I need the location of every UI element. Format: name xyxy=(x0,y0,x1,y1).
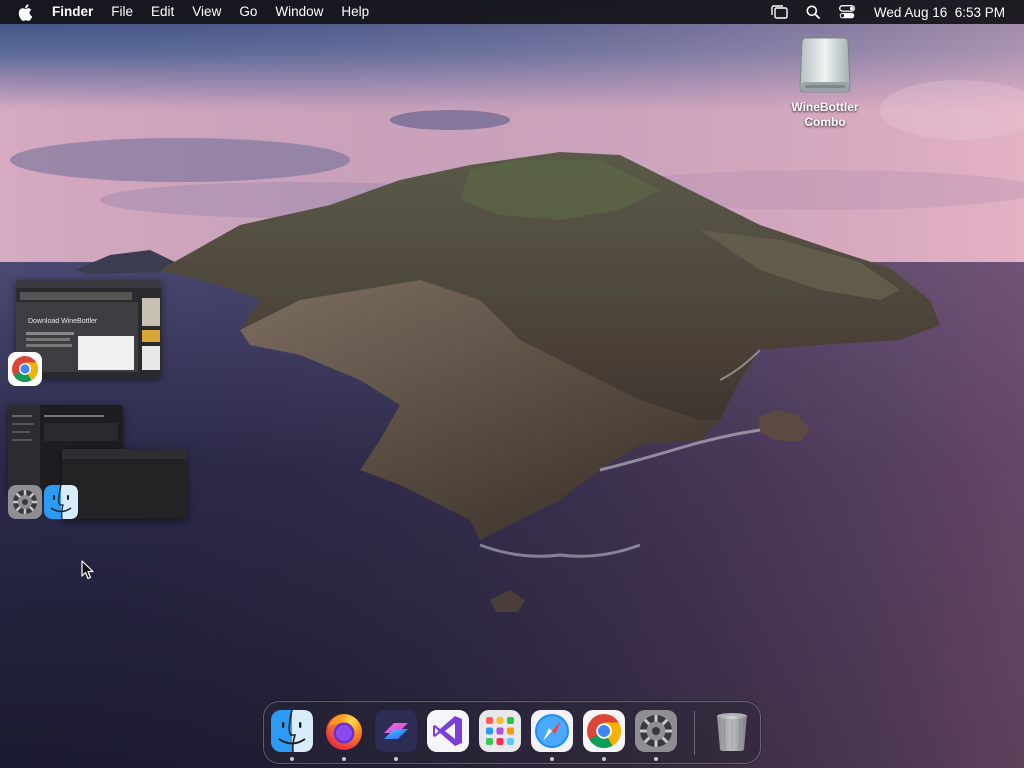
menu-help[interactable]: Help xyxy=(332,0,378,24)
spotlight-search-icon[interactable] xyxy=(803,4,823,20)
chrome-icon xyxy=(8,352,42,386)
system-settings-icon xyxy=(635,710,677,752)
shortcuts-icon xyxy=(375,710,417,752)
dock xyxy=(263,701,761,764)
stage-manager-icon[interactable] xyxy=(769,4,789,20)
trash-icon xyxy=(717,713,747,751)
menu-edit[interactable]: Edit xyxy=(142,0,183,24)
dock-item-chrome[interactable] xyxy=(582,709,626,753)
system-settings-icon xyxy=(8,485,42,519)
dock-item-visual-studio[interactable] xyxy=(426,709,470,753)
finder-icon xyxy=(271,709,313,753)
visual-studio-icon xyxy=(427,710,469,752)
menu-bar-clock[interactable]: Wed Aug 16 6:53 PM xyxy=(874,5,1005,20)
menu-file[interactable]: File xyxy=(102,0,142,24)
dock-separator xyxy=(694,711,695,755)
menu-bar-extras: Wed Aug 16 6:53 PM xyxy=(762,0,1024,24)
thumbnail-heading: Download WineBottler xyxy=(28,318,98,325)
chrome-icon xyxy=(583,710,625,752)
control-center-icon[interactable] xyxy=(837,4,857,20)
menu-window[interactable]: Window xyxy=(266,0,332,24)
menu-app-finder[interactable]: Finder xyxy=(50,0,102,24)
apple-logo-icon[interactable] xyxy=(18,3,34,21)
stage-manager-group-settings-finder[interactable] xyxy=(6,403,190,523)
running-indicator xyxy=(602,757,606,761)
running-indicator xyxy=(342,757,346,761)
external-drive-icon xyxy=(796,34,854,96)
dock-item-shortcuts[interactable] xyxy=(374,709,418,753)
safari-icon xyxy=(531,710,573,752)
dock-item-system-settings[interactable] xyxy=(634,709,678,753)
running-indicator xyxy=(550,757,554,761)
dock-item-finder[interactable] xyxy=(270,709,314,753)
desktop-item-winebottler-combo[interactable]: WineBottler Combo xyxy=(780,34,870,130)
launchpad-icon xyxy=(479,710,521,752)
dock-item-firefox[interactable] xyxy=(322,709,366,753)
desktop-item-label: WineBottler Combo xyxy=(791,100,859,129)
menu-bar: Finder File Edit View Go Window Help Wed… xyxy=(0,0,1024,24)
dock-item-launchpad[interactable] xyxy=(478,709,522,753)
firefox-icon xyxy=(326,714,362,750)
dock-item-trash[interactable] xyxy=(710,709,754,753)
stage-manager-group-chrome[interactable]: Download WineBottler xyxy=(8,278,164,388)
dock-item-safari[interactable] xyxy=(530,709,574,753)
finder-icon xyxy=(44,484,78,520)
running-indicator xyxy=(394,757,398,761)
menu-view[interactable]: View xyxy=(183,0,230,24)
menu-go[interactable]: Go xyxy=(230,0,266,24)
running-indicator xyxy=(654,757,658,761)
mouse-pointer-icon xyxy=(81,560,94,580)
running-indicator xyxy=(290,757,294,761)
window-thumbnail xyxy=(62,449,187,519)
